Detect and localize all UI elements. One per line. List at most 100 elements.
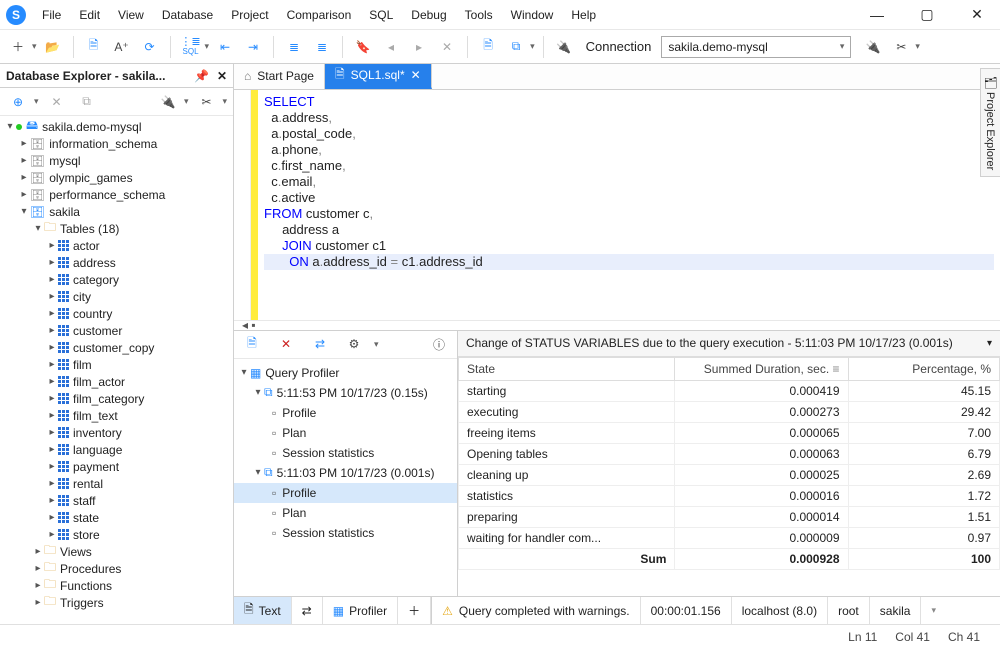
outdent-icon[interactable]: ⇤ <box>213 35 237 59</box>
menu-view[interactable]: View <box>110 4 152 26</box>
tree-table-actor[interactable]: ▸actor <box>0 237 233 254</box>
menu-project[interactable]: Project <box>223 4 276 26</box>
menu-file[interactable]: File <box>34 4 69 26</box>
profiler-item-plan[interactable]: ▫Plan <box>234 423 457 443</box>
menu-debug[interactable]: Debug <box>403 4 454 26</box>
tree-table-state[interactable]: ▸state <box>0 509 233 526</box>
tree-table-category[interactable]: ▸category <box>0 271 233 288</box>
grid-row[interactable]: statistics0.0000161.72 <box>459 485 1000 506</box>
project-explorer-tab[interactable]: 🗂 Project Explorer <box>980 68 1000 177</box>
plug-icon[interactable]: 🔌 <box>552 35 576 59</box>
tree-table-customer[interactable]: ▸customer <box>0 322 233 339</box>
tree-table-film[interactable]: ▸film <box>0 356 233 373</box>
comment-icon[interactable]: ≣ <box>282 35 306 59</box>
profiler-settings-icon[interactable]: ⚙ <box>342 332 366 356</box>
menu-window[interactable]: Window <box>503 4 562 26</box>
profiler-item-profile[interactable]: ▫Profile <box>234 403 457 423</box>
tree-table-address[interactable]: ▸address <box>0 254 233 271</box>
grid-row[interactable]: starting0.00041945.15 <box>459 380 1000 401</box>
next-bookmark-icon[interactable]: ▸ <box>407 35 431 59</box>
connection-select[interactable]: sakila.demo-mysql ▾ <box>661 36 851 58</box>
uncomment-icon[interactable]: ≣ <box>310 35 334 59</box>
bottom-tab-profiler[interactable]: ▦ Profiler <box>323 597 398 624</box>
profiler-run-1[interactable]: ▾ ⧉5:11:03 PM 10/17/23 (0.001s) <box>234 463 457 483</box>
results-dropdown-icon[interactable]: ▾ <box>987 338 992 349</box>
tree-schema-information_schema[interactable]: ▸🗄information_schema <box>0 135 233 152</box>
profiler-root[interactable]: ▾ ▦Query Profiler <box>234 363 457 383</box>
tree-table-staff[interactable]: ▸staff <box>0 492 233 509</box>
tree-table-rental[interactable]: ▸rental <box>0 475 233 492</box>
tree-folder-procedures[interactable]: ▸🗀Procedures <box>0 560 233 577</box>
tree-schema-sakila[interactable]: ▾🗄sakila <box>0 203 233 220</box>
pin-icon[interactable]: 📌 <box>194 69 209 83</box>
tree-folder-views[interactable]: ▸🗀Views <box>0 543 233 560</box>
menu-database[interactable]: Database <box>154 4 221 26</box>
tree-folder-triggers[interactable]: ▸🗀Triggers <box>0 594 233 611</box>
tree-connection[interactable]: ▾🖴sakila.demo-mysql <box>0 118 233 135</box>
profiler-run-0[interactable]: ▾ ⧉5:11:53 PM 10/17/23 (0.15s) <box>234 383 457 403</box>
copy-icon[interactable]: ⧉ <box>75 90 99 114</box>
profiler-item-plan[interactable]: ▫Plan <box>234 503 457 523</box>
tab-sql1[interactable]: 🗎 SQL1.sql* ✕ <box>325 64 432 89</box>
close-panel-icon[interactable]: ✕ <box>217 69 227 83</box>
bottom-tab-add[interactable]: ＋ <box>398 597 431 624</box>
minimize-button[interactable]: — <box>864 2 890 28</box>
tree-table-payment[interactable]: ▸payment <box>0 458 233 475</box>
tree-folder-functions[interactable]: ▸🗀Functions <box>0 577 233 594</box>
profiler-info-icon[interactable]: ⓘ <box>427 332 451 356</box>
menu-sql[interactable]: SQL <box>361 4 401 26</box>
horizontal-splitter[interactable]: ◂ ▪ <box>234 320 1000 330</box>
delete-icon[interactable]: ✕ <box>45 90 69 114</box>
tree-schema-mysql[interactable]: ▸🗄mysql <box>0 152 233 169</box>
maximize-button[interactable]: ▢ <box>914 2 940 28</box>
close-tab-icon[interactable]: ✕ <box>411 68 421 82</box>
tree-table-language[interactable]: ▸language <box>0 441 233 458</box>
refresh-icon[interactable]: ⟳ <box>138 35 162 59</box>
open-button[interactable]: 📂 <box>41 35 65 59</box>
bottom-tab-swap[interactable]: ⇄ <box>292 597 323 624</box>
grid-row[interactable]: executing0.00027329.42 <box>459 401 1000 422</box>
grid-row[interactable]: cleaning up0.0000252.69 <box>459 464 1000 485</box>
profiler-doc-icon[interactable]: 🗎 <box>240 332 264 356</box>
menu-edit[interactable]: Edit <box>71 4 108 26</box>
sql-editor[interactable]: SELECT a.address, a.postal_code, a.phone… <box>234 90 1000 320</box>
tree-schema-performance_schema[interactable]: ▸🗄performance_schema <box>0 186 233 203</box>
new-connection-icon[interactable]: ⊕ <box>6 90 30 114</box>
prev-bookmark-icon[interactable]: ◂ <box>379 35 403 59</box>
indent-icon[interactable]: ⇥ <box>241 35 265 59</box>
profiler-compare-icon[interactable]: ⇄ <box>308 332 332 356</box>
menu-comparison[interactable]: Comparison <box>279 4 360 26</box>
menu-tools[interactable]: Tools <box>457 4 501 26</box>
font-icon[interactable]: A⁺ <box>110 35 134 59</box>
sql-button[interactable]: ⋮≣SQL <box>179 35 203 59</box>
layout-icon[interactable]: ⧉ <box>504 35 528 59</box>
profiler-delete-icon[interactable]: ✕ <box>274 332 298 356</box>
profiler-item-session-statistics[interactable]: ▫Session statistics <box>234 443 457 463</box>
tree-table-film_category[interactable]: ▸film_category <box>0 390 233 407</box>
profiler-item-profile[interactable]: ▫Profile <box>234 483 457 503</box>
tree-table-store[interactable]: ▸store <box>0 526 233 543</box>
status-db-dd[interactable]: ▾ <box>920 597 946 624</box>
bottom-tab-text[interactable]: 🗎 Text <box>234 597 292 624</box>
disconnect-icon[interactable]: ✂ <box>889 35 913 59</box>
tree-table-customer_copy[interactable]: ▸customer_copy <box>0 339 233 356</box>
tree-table-country[interactable]: ▸country <box>0 305 233 322</box>
tree-table-city[interactable]: ▸city <box>0 288 233 305</box>
grid-row[interactable]: waiting for handler com...0.0000090.97 <box>459 527 1000 548</box>
col-percentage[interactable]: Percentage, % <box>848 357 1000 380</box>
grid-row[interactable]: Opening tables0.0000636.79 <box>459 443 1000 464</box>
col-state[interactable]: State <box>459 357 675 380</box>
tree-tables-folder[interactable]: ▾🗀Tables (18) <box>0 220 233 237</box>
bookmark-icon[interactable]: 🔖 <box>351 35 375 59</box>
sql-history-icon[interactable]: 🗎 <box>82 35 106 59</box>
col-duration[interactable]: Summed Duration, sec. ≡ <box>675 357 848 380</box>
grid-row[interactable]: freeing items0.0000657.00 <box>459 422 1000 443</box>
filter-plug-icon[interactable]: 🔌 <box>156 90 180 114</box>
tree-table-inventory[interactable]: ▸inventory <box>0 424 233 441</box>
new-button[interactable]: ＋ <box>6 35 30 59</box>
filter-cut-icon[interactable]: ✂ <box>194 90 218 114</box>
document-icon[interactable]: 🗎 <box>476 35 500 59</box>
clear-bookmarks-icon[interactable]: ✕ <box>435 35 459 59</box>
grid-row[interactable]: preparing0.0000141.51 <box>459 506 1000 527</box>
tree-table-film_actor[interactable]: ▸film_actor <box>0 373 233 390</box>
